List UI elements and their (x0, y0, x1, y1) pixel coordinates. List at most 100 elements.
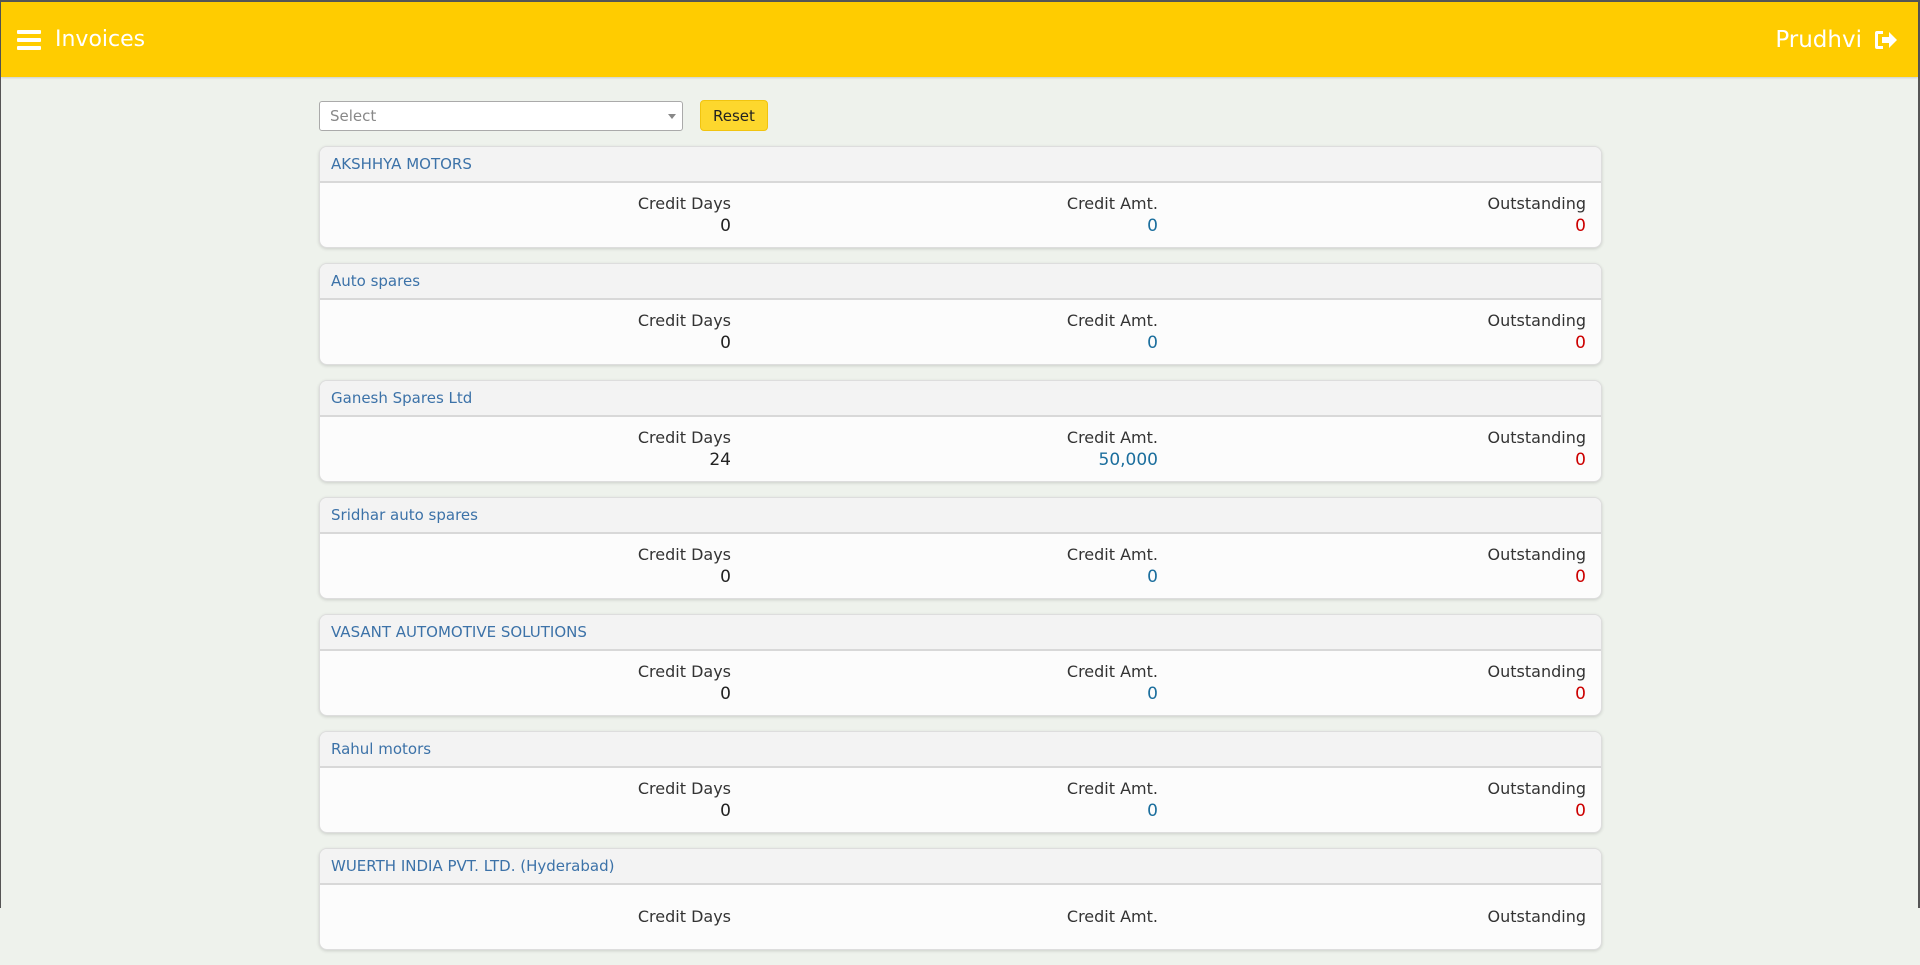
credit-days-label: Credit Days (637, 428, 731, 447)
credit-days-value: 0 (720, 684, 731, 704)
reset-button[interactable]: Reset (700, 100, 768, 131)
menu-icon[interactable] (17, 29, 41, 50)
credit-days-label: Credit Days (637, 545, 731, 564)
customer-card-body: Credit Days 24 Credit Amt. 50,000 Outsta… (320, 417, 1601, 481)
credit-amt-label: Credit Amt. (1066, 662, 1158, 681)
chevron-down-icon (668, 113, 676, 119)
customer-name-link[interactable]: Sridhar auto spares (331, 506, 478, 524)
filter-bar: Select Reset (319, 100, 1602, 131)
outstanding-cell: Outstanding 0 (1158, 427, 1586, 471)
customer-card: Ganesh Spares Ltd Credit Days 24 Credit … (319, 380, 1602, 482)
credit-amt-cell: Credit Amt. (731, 906, 1158, 928)
credit-days-label: Credit Days (637, 194, 731, 213)
credit-amt-cell: Credit Amt. 0 (731, 310, 1158, 354)
credit-days-cell: Credit Days 24 (320, 427, 731, 471)
outstanding-value: 0 (1575, 801, 1586, 821)
credit-days-cell: Credit Days 0 (320, 661, 731, 705)
credit-days-label: Credit Days (637, 907, 731, 926)
customer-card-header: VASANT AUTOMOTIVE SOLUTIONS (320, 615, 1601, 651)
credit-amt-label: Credit Amt. (1066, 194, 1158, 213)
outstanding-value: 0 (1575, 567, 1586, 587)
outstanding-cell: Outstanding 0 (1158, 544, 1586, 588)
customer-card-list: AKSHHYA MOTORS Credit Days 0 Credit Amt.… (319, 146, 1602, 950)
outstanding-label: Outstanding (1487, 662, 1586, 681)
outstanding-value: 0 (1575, 333, 1586, 353)
logout-icon[interactable] (1874, 29, 1898, 51)
main-content: Select Reset AKSHHYA MOTORS Credit Days … (319, 100, 1602, 965)
credit-days-cell: Credit Days 0 (320, 778, 731, 822)
customer-card-body: Credit Days 0 Credit Amt. 0 Outstanding … (320, 768, 1601, 832)
credit-days-cell: Credit Days 0 (320, 193, 731, 237)
customer-card-header: WUERTH INDIA PVT. LTD. (Hyderabad) (320, 849, 1601, 885)
credit-days-cell: Credit Days 0 (320, 310, 731, 354)
customer-name-link[interactable]: AKSHHYA MOTORS (331, 155, 472, 173)
outstanding-label: Outstanding (1487, 194, 1586, 213)
credit-amt-label: Credit Amt. (1066, 907, 1158, 926)
credit-amt-cell: Credit Amt. 0 (731, 544, 1158, 588)
customer-name-link[interactable]: Ganesh Spares Ltd (331, 389, 472, 407)
credit-amt-label: Credit Amt. (1066, 779, 1158, 798)
credit-amt-cell: Credit Amt. 0 (731, 193, 1158, 237)
credit-days-label: Credit Days (637, 779, 731, 798)
outstanding-value: 0 (1575, 684, 1586, 704)
top-bar: Invoices Prudhvi (1, 2, 1918, 77)
outstanding-label: Outstanding (1487, 779, 1586, 798)
customer-card-body: Credit Days 0 Credit Amt. 0 Outstanding … (320, 300, 1601, 364)
credit-days-cell: Credit Days 0 (320, 544, 731, 588)
outstanding-label: Outstanding (1487, 545, 1586, 564)
outstanding-cell: Outstanding 0 (1158, 661, 1586, 705)
credit-amt-value: 0 (1147, 216, 1158, 236)
user-name: Prudhvi (1775, 26, 1862, 53)
select-placeholder: Select (330, 106, 377, 125)
top-bar-left: Invoices (17, 27, 145, 52)
credit-amt-value: 0 (1147, 684, 1158, 704)
customer-card-header: Ganesh Spares Ltd (320, 381, 1601, 417)
credit-days-label: Credit Days (637, 311, 731, 330)
customer-name-link[interactable]: WUERTH INDIA PVT. LTD. (Hyderabad) (331, 857, 614, 875)
credit-days-value: 0 (720, 333, 731, 353)
customer-name-link[interactable]: Rahul motors (331, 740, 431, 758)
customer-card: VASANT AUTOMOTIVE SOLUTIONS Credit Days … (319, 614, 1602, 716)
customer-card: WUERTH INDIA PVT. LTD. (Hyderabad) Credi… (319, 848, 1602, 950)
outstanding-label: Outstanding (1487, 907, 1586, 926)
credit-amt-value: 0 (1147, 567, 1158, 587)
customer-card-body: Credit Days Credit Amt. Outstanding (320, 885, 1601, 949)
credit-amt-label: Credit Amt. (1066, 428, 1158, 447)
customer-select[interactable]: Select (319, 100, 683, 131)
credit-days-value: 0 (720, 801, 731, 821)
outstanding-label: Outstanding (1487, 428, 1586, 447)
outstanding-cell: Outstanding 0 (1158, 193, 1586, 237)
credit-days-value: 0 (720, 567, 731, 587)
customer-card: Auto spares Credit Days 0 Credit Amt. 0 … (319, 263, 1602, 365)
top-bar-right: Prudhvi (1775, 27, 1898, 53)
customer-name-link[interactable]: Auto spares (331, 272, 420, 290)
credit-amt-label: Credit Amt. (1066, 311, 1158, 330)
customer-card-header: Sridhar auto spares (320, 498, 1601, 534)
customer-card-header: Auto spares (320, 264, 1601, 300)
customer-card: Sridhar auto spares Credit Days 0 Credit… (319, 497, 1602, 599)
customer-name-link[interactable]: VASANT AUTOMOTIVE SOLUTIONS (331, 623, 587, 641)
credit-days-value: 0 (720, 216, 731, 236)
credit-amt-value: 50,000 (1098, 450, 1158, 470)
credit-amt-value: 0 (1147, 333, 1158, 353)
customer-card-body: Credit Days 0 Credit Amt. 0 Outstanding … (320, 651, 1601, 715)
customer-card-body: Credit Days 0 Credit Amt. 0 Outstanding … (320, 534, 1601, 598)
outstanding-cell: Outstanding 0 (1158, 778, 1586, 822)
credit-days-value: 24 (709, 450, 731, 470)
outstanding-value: 0 (1575, 216, 1586, 236)
credit-amt-cell: Credit Amt. 50,000 (731, 427, 1158, 471)
credit-amt-cell: Credit Amt. 0 (731, 778, 1158, 822)
outstanding-cell: Outstanding 0 (1158, 310, 1586, 354)
outstanding-value: 0 (1575, 450, 1586, 470)
customer-card-header: Rahul motors (320, 732, 1601, 768)
credit-days-label: Credit Days (637, 662, 731, 681)
customer-card: Rahul motors Credit Days 0 Credit Amt. 0… (319, 731, 1602, 833)
credit-amt-cell: Credit Amt. 0 (731, 661, 1158, 705)
credit-amt-value: 0 (1147, 801, 1158, 821)
page-title: Invoices (55, 27, 146, 52)
customer-card: AKSHHYA MOTORS Credit Days 0 Credit Amt.… (319, 146, 1602, 248)
credit-days-cell: Credit Days (320, 906, 731, 928)
outstanding-cell: Outstanding (1158, 906, 1586, 928)
outstanding-label: Outstanding (1487, 311, 1586, 330)
customer-card-body: Credit Days 0 Credit Amt. 0 Outstanding … (320, 183, 1601, 247)
